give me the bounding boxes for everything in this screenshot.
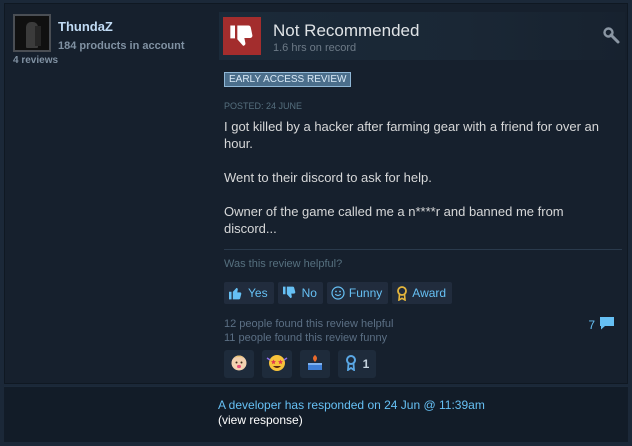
review-paragraph: I got killed by a hacker after farming g… xyxy=(224,119,600,151)
vote-funny-label: Funny xyxy=(348,286,383,300)
review-card: ThundaZ 184 products in account 4 review… xyxy=(4,3,628,384)
award-badge-count: 1 xyxy=(362,357,370,371)
author-name[interactable]: ThundaZ xyxy=(58,19,113,34)
award-chip-medal[interactable]: 1 xyxy=(338,350,376,378)
award-label: Award xyxy=(412,286,447,300)
review-paragraph: Went to their discord to ask for help. xyxy=(224,170,432,185)
award-button[interactable]: Award xyxy=(392,282,453,304)
award-chip[interactable] xyxy=(262,350,292,378)
comment-icon xyxy=(599,316,615,333)
funny-count-text: 11 people found this review funny xyxy=(224,332,388,344)
early-access-badge: EARLY ACCESS REVIEW xyxy=(224,72,352,87)
divider xyxy=(224,249,622,250)
starstruck-face-icon xyxy=(266,352,288,377)
recommendation-header[interactable]: Not Recommended 1.6 hrs on record xyxy=(219,12,625,60)
award-chip[interactable] xyxy=(224,350,254,378)
author-products[interactable]: 184 products in account xyxy=(58,40,185,52)
recommendation-title: Not Recommended xyxy=(273,21,420,40)
hours-on-record: 1.6 hrs on record xyxy=(273,42,357,54)
award-ribbon-icon xyxy=(396,285,408,301)
thumbs-up-icon xyxy=(228,286,244,300)
helpful-count: 12 people found this review helpful 11 p… xyxy=(224,317,393,345)
vote-yes-button[interactable]: Yes xyxy=(224,282,274,304)
comment-count[interactable]: 7 xyxy=(588,316,615,333)
review-body: Not Recommended 1.6 hrs on record EARLY … xyxy=(219,12,625,387)
posted-date: POSTED: 24 JUNE xyxy=(224,101,303,111)
thumbs-down-icon xyxy=(223,17,261,55)
award-wrench-icon[interactable] xyxy=(603,27,621,50)
vote-buttons: Yes No Funny Award xyxy=(224,282,453,304)
helpful-question: Was this review helpful? xyxy=(224,258,343,270)
vote-yes-label: Yes xyxy=(248,286,268,300)
vote-funny-button[interactable]: Funny xyxy=(326,282,389,304)
ribbon-medal-icon xyxy=(345,354,357,374)
view-response-link[interactable]: (view response) xyxy=(218,413,303,427)
baby-face-icon xyxy=(229,352,249,377)
smiley-icon xyxy=(331,286,345,300)
review-text: I got killed by a hacker after farming g… xyxy=(224,118,619,254)
vote-no-label: No xyxy=(301,286,317,300)
award-chip[interactable] xyxy=(300,350,330,378)
thumbs-down-icon xyxy=(282,286,298,300)
trophy-cake-icon xyxy=(305,352,325,377)
review-paragraph: Owner of the game called me a n****r and… xyxy=(224,204,564,236)
awards-row: 1 xyxy=(224,350,376,378)
avatar[interactable] xyxy=(13,14,51,52)
developer-response-link[interactable]: A developer has responded on 24 Jun @ 11… xyxy=(218,398,485,412)
helpful-count-text: 12 people found this review helpful xyxy=(224,318,394,330)
comment-count-value: 7 xyxy=(588,317,595,332)
author-reviews[interactable]: 4 reviews xyxy=(13,55,58,66)
vote-no-button[interactable]: No xyxy=(277,282,323,304)
developer-response: A developer has responded on 24 Jun @ 11… xyxy=(4,386,628,442)
